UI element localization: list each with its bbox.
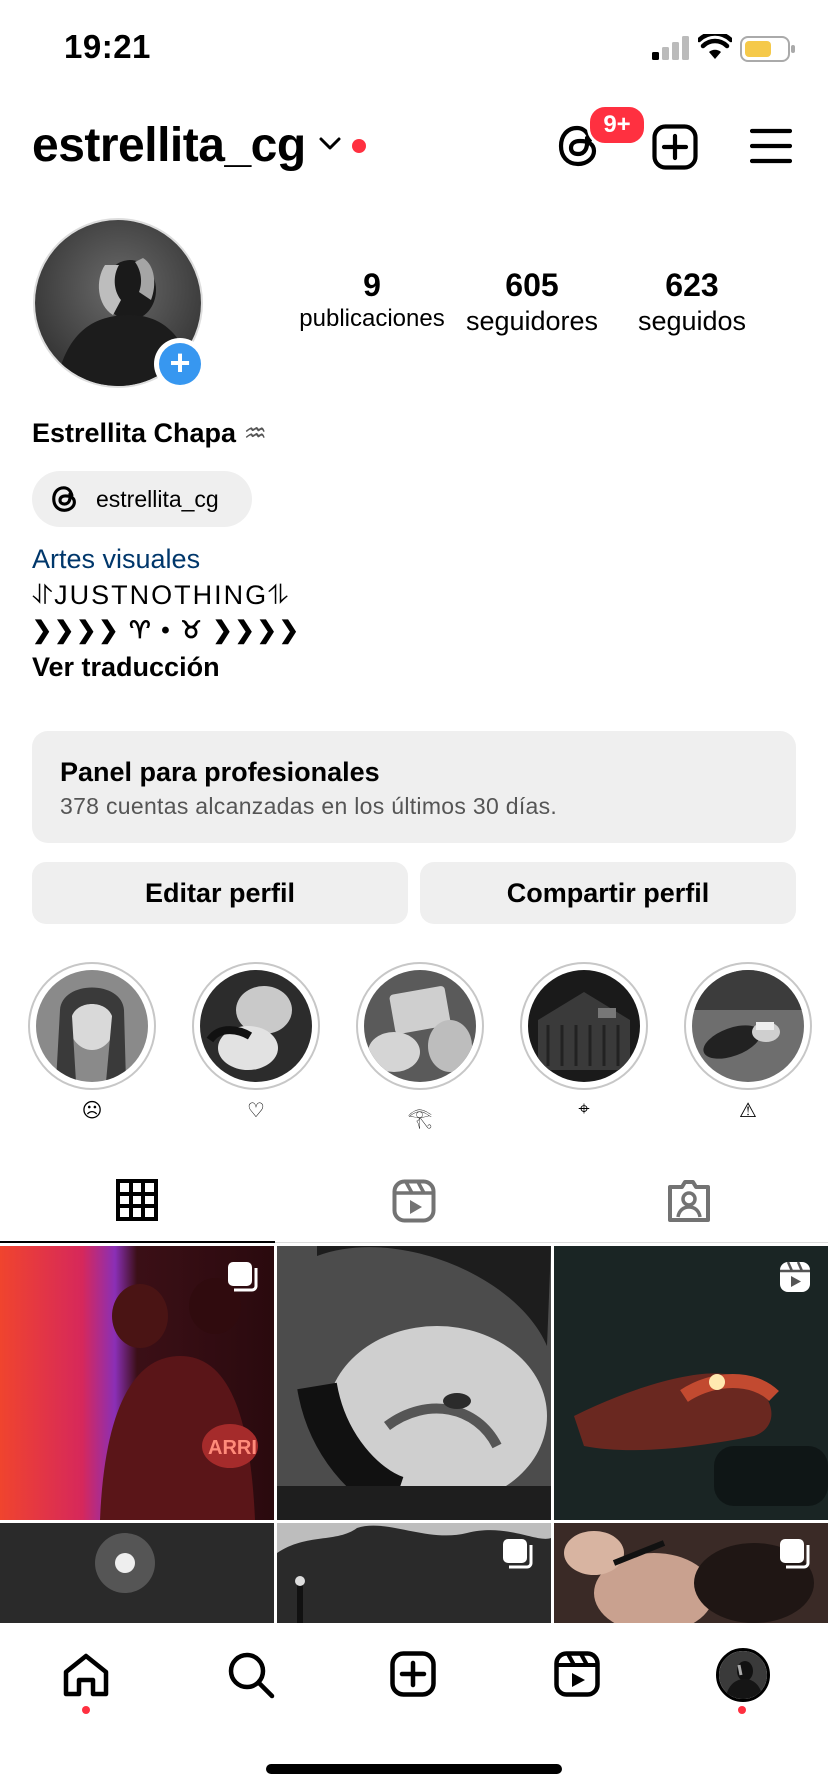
- edit-profile-button[interactable]: Editar perfil: [32, 862, 408, 924]
- notification-badge: 9+: [587, 104, 647, 146]
- grid-post-5[interactable]: [277, 1523, 551, 1623]
- carousel-icon: [503, 1539, 533, 1569]
- professional-dashboard[interactable]: Panel para profesionales 378 cuentas alc…: [32, 731, 796, 843]
- nav-create-icon[interactable]: [390, 1651, 436, 1702]
- menu-icon[interactable]: [749, 128, 793, 169]
- highlight-3-label: 𓂀: [407, 1107, 433, 1129]
- chevron-down-icon[interactable]: [318, 136, 342, 157]
- battery-icon: [740, 36, 796, 67]
- highlight-2[interactable]: [192, 962, 320, 1090]
- highlight-1-label: ☹: [81, 1100, 103, 1122]
- dashboard-title: Panel para profesionales: [60, 757, 380, 787]
- unread-indicator: [352, 139, 366, 153]
- highlight-5[interactable]: [684, 962, 812, 1090]
- profile-full-name: Estrellita Chapa ♒︎: [32, 418, 267, 449]
- stat-posts[interactable]: 9 publicaciones: [292, 266, 452, 334]
- grid-post-3[interactable]: [554, 1246, 828, 1520]
- highlight-4[interactable]: [520, 962, 648, 1090]
- nav-home-icon[interactable]: [62, 1652, 110, 1703]
- tab-tagged-icon[interactable]: [666, 1179, 712, 1228]
- stat-followers[interactable]: 605 seguidores: [452, 266, 612, 338]
- highlight-1[interactable]: [28, 962, 156, 1090]
- create-post-icon[interactable]: [652, 124, 698, 175]
- stat-following[interactable]: 623 seguidos: [612, 266, 772, 338]
- plus-icon: +: [159, 343, 201, 385]
- stat-followers-label: seguidores: [465, 306, 599, 336]
- bio-line-1: ⥯JUSTNOTHING⥮: [32, 580, 290, 610]
- full-name-text: Estrellita Chapa: [32, 418, 237, 448]
- carousel-icon: [228, 1262, 258, 1292]
- carousel-icon: [780, 1539, 810, 1569]
- highlight-4-label: ⌖: [578, 1098, 590, 1120]
- aquarius-symbol: ♒︎: [243, 418, 267, 448]
- stat-following-value: 623: [665, 267, 719, 303]
- stat-followers-value: 605: [505, 267, 559, 303]
- tab-reels-icon[interactable]: [392, 1179, 436, 1228]
- nav-profile-avatar[interactable]: [716, 1648, 770, 1702]
- svg-text:ARRI: ARRI: [208, 1437, 257, 1459]
- highlight-5-label: ⚠: [739, 1100, 757, 1122]
- threads-handle: estrellita_cg: [96, 486, 219, 512]
- highlight-2-label: ♡: [247, 1100, 265, 1122]
- nav-reels-icon[interactable]: [554, 1651, 600, 1702]
- add-story-button[interactable]: +: [154, 338, 206, 390]
- grid-post-4[interactable]: [0, 1523, 274, 1623]
- tab-divider: [275, 1242, 828, 1243]
- bio-category: Artes visuales: [32, 544, 201, 574]
- wifi-icon: [696, 31, 734, 65]
- see-translation-link[interactable]: Ver traducción: [32, 652, 220, 683]
- home-notification-dot: [82, 1706, 90, 1714]
- highlight-3[interactable]: [356, 962, 484, 1090]
- profile-username[interactable]: estrellita_cg: [32, 118, 306, 173]
- threads-icon: [52, 486, 76, 512]
- nav-search-icon[interactable]: [226, 1650, 276, 1705]
- stat-following-label: seguidos: [637, 306, 747, 336]
- grid-post-1[interactable]: ARRI: [0, 1246, 274, 1520]
- threads-profile-link[interactable]: estrellita_cg: [32, 471, 252, 527]
- dashboard-subtitle: 378 cuentas alcanzadas en los últimos 30…: [60, 793, 558, 819]
- cellular-signal-icon: [652, 36, 690, 65]
- active-tab-indicator: [0, 1241, 275, 1243]
- grid-post-6[interactable]: [554, 1523, 828, 1623]
- tab-posts-grid-icon[interactable]: [116, 1179, 158, 1226]
- stat-posts-value: 9: [363, 267, 381, 303]
- share-profile-button[interactable]: Compartir perfil: [420, 862, 796, 924]
- bio-line-2: ❯❯❯❯ ♈︎ • ♉︎ ❯❯❯❯: [32, 617, 301, 644]
- profile-notification-dot: [738, 1706, 746, 1714]
- stat-posts-label: publicaciones: [299, 305, 445, 332]
- status-time: 19:21: [64, 28, 151, 65]
- home-indicator: [266, 1764, 562, 1774]
- reel-indicator-icon: [780, 1261, 810, 1292]
- grid-post-2[interactable]: [277, 1246, 551, 1520]
